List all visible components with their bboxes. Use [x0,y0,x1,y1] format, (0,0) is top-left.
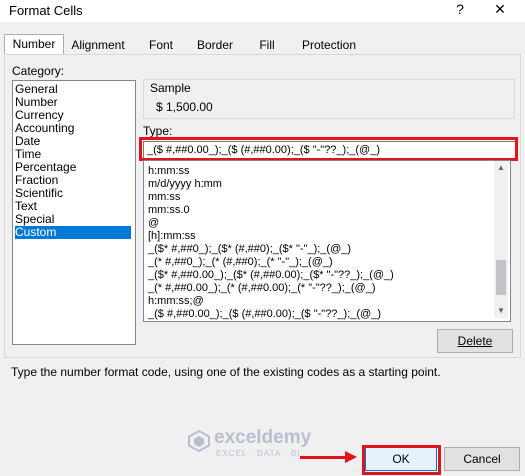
format-item[interactable]: [h]:mm:ss [148,230,196,243]
watermark-tagline: EXCEL · DATA · BI [216,449,301,458]
type-highlight-box [139,137,518,161]
type-label: Type: [143,124,173,138]
watermark-name: exceldemy [214,427,312,448]
exceldemy-logo-icon [188,430,210,452]
close-button[interactable]: ✕ [492,1,508,18]
category-item-custom[interactable]: Custom [15,226,131,239]
pointer-arrow-shaft [300,456,346,459]
format-item[interactable]: h:mm:ss;@ [148,295,204,308]
format-item[interactable]: _($ #,##0.00_);_($ (#,##0.00);_($ "-"??_… [148,308,381,321]
format-item[interactable]: _(* #,##0_);_(* (#,##0);_(* "-"_);_(@_) [148,256,333,269]
scroll-down-arrow-icon[interactable]: ▼ [494,306,508,315]
format-item[interactable]: _($* #,##0.00_);_($* (#,##0.00);_($* "-"… [148,269,394,282]
format-item[interactable]: m/d/yyyy h:mm [148,178,222,191]
tab-border[interactable]: Border [188,36,242,54]
format-item[interactable]: @ [148,217,159,230]
format-item[interactable]: _(* #,##0.00_);_(* (#,##0.00);_(* "-"??_… [148,282,375,295]
scroll-up-arrow-icon[interactable]: ▲ [494,163,508,172]
tab-fill[interactable]: Fill [244,36,290,54]
pointer-arrow-head-icon [345,451,357,463]
category-label: Category: [12,64,65,78]
format-code-list[interactable]: h:mm:ss m/d/yyyy h:mm mm:ss mm:ss.0 @ [h… [143,160,511,322]
hint-text: Type the number format code, using one o… [11,365,441,379]
sample-value: $ 1,500.00 [156,100,213,114]
tab-alignment[interactable]: Alignment [64,36,132,54]
category-list[interactable]: General Number Currency Accounting Date … [12,80,136,345]
delete-button[interactable]: Delete [437,329,513,353]
sample-label: Sample [150,81,191,95]
tab-font[interactable]: Font [134,36,188,54]
format-item[interactable]: h:mm:ss [148,165,190,178]
window-title: Format Cells [9,3,83,18]
format-item[interactable]: mm:ss.0 [148,204,190,217]
tab-number[interactable]: Number [4,34,64,56]
scrollbar-thumb[interactable] [496,260,506,295]
delete-label: Delete [457,334,493,348]
cancel-button[interactable]: Cancel [444,447,520,471]
format-item[interactable]: mm:ss [148,191,180,204]
help-button[interactable]: ? [452,1,468,17]
tab-protection[interactable]: Protection [294,36,364,54]
format-item[interactable]: _($* #,##0_);_($* (#,##0);_($* "-"_);_(@… [148,243,351,256]
ok-highlight-box [362,445,441,475]
